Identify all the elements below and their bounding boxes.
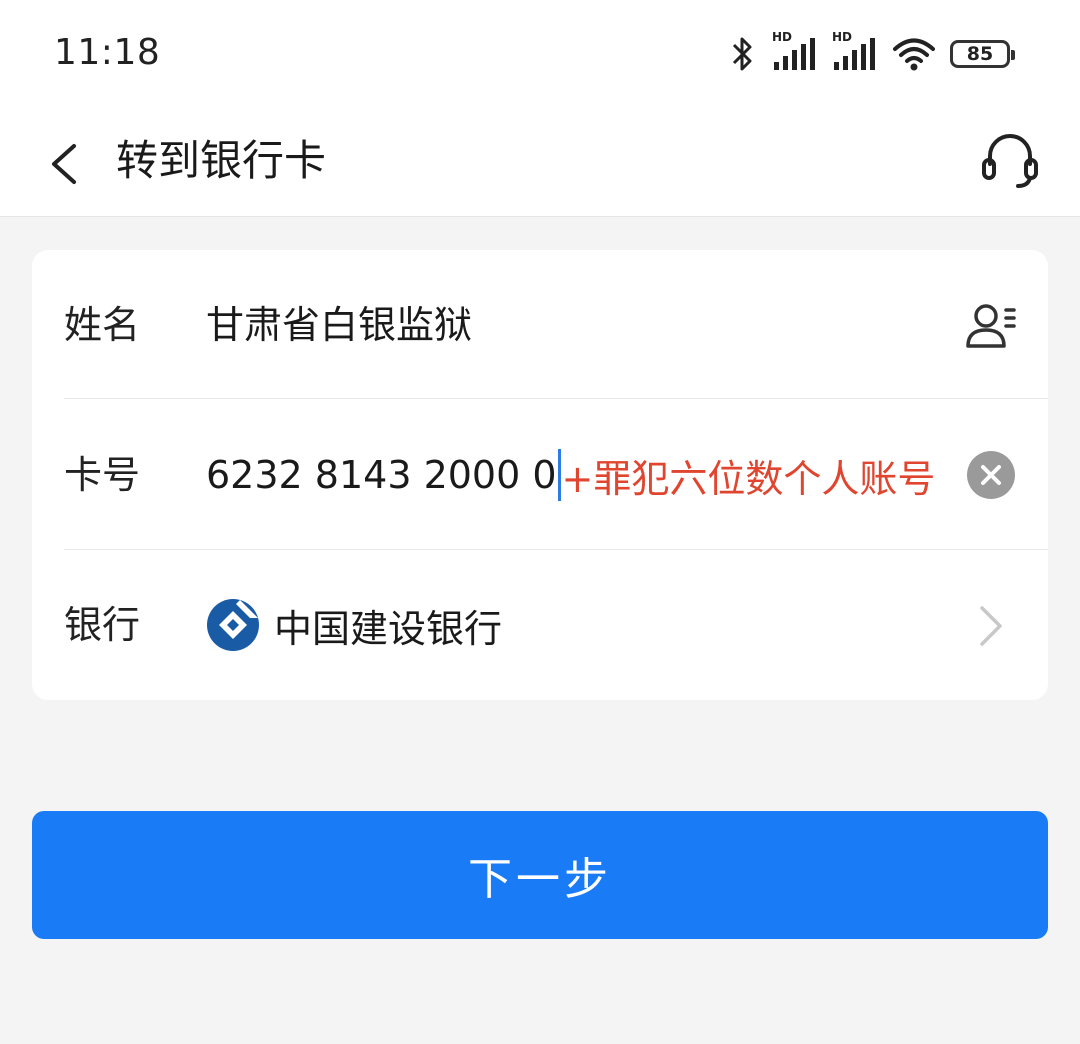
nav-bar: 转到银行卡 [0,110,1080,217]
signal-icon: HD [772,30,818,74]
chevron-left-icon[interactable] [42,134,88,194]
next-step-label: 下一步 [468,855,612,904]
name-field[interactable]: 甘肃省白银监狱 [206,250,472,400]
status-bar: 11:18 HD HD 85 [0,0,1080,110]
name-label: 姓名 [64,303,141,347]
status-icons: HD HD 85 [726,30,1015,76]
text-caret [557,449,561,501]
card-number-value: 6232 8143 2000 0 [206,453,557,497]
clear-icon[interactable] [966,450,1016,500]
transfer-form-card: 姓名 甘肃省白银监狱 卡号 6232 8143 2000 0 +罪犯六位数个人账… [32,250,1048,700]
divider [64,398,1048,399]
signal-icon: HD [832,30,878,74]
battery-level: 85 [966,43,994,65]
bluetooth-icon [732,37,752,71]
card-number-field[interactable]: 6232 8143 2000 0 +罪犯六位数个人账号 [206,400,935,550]
contact-picker-icon[interactable] [962,298,1018,354]
chevron-right-icon[interactable] [976,602,1006,650]
card-number-row: 卡号 6232 8143 2000 0 +罪犯六位数个人账号 [32,400,1048,550]
next-step-button[interactable]: 下一步 [32,811,1048,939]
name-row: 姓名 甘肃省白银监狱 [32,250,1048,400]
bank-row[interactable]: 银行 中国建设银行 [32,550,1048,700]
annotation-text: +罪犯六位数个人账号 [561,456,936,501]
bank-name: 中国建设银行 [274,606,503,651]
wifi-icon [893,38,935,71]
bank-selector[interactable]: 中国建设银行 [206,550,502,700]
status-time: 11:18 [54,32,161,73]
headset-icon[interactable] [980,128,1040,192]
battery-icon: 85 [950,40,1015,68]
bank-label: 银行 [64,603,141,647]
ccb-logo [207,599,259,651]
card-number-label: 卡号 [64,453,141,497]
page-title: 转到银行卡 [116,136,327,185]
